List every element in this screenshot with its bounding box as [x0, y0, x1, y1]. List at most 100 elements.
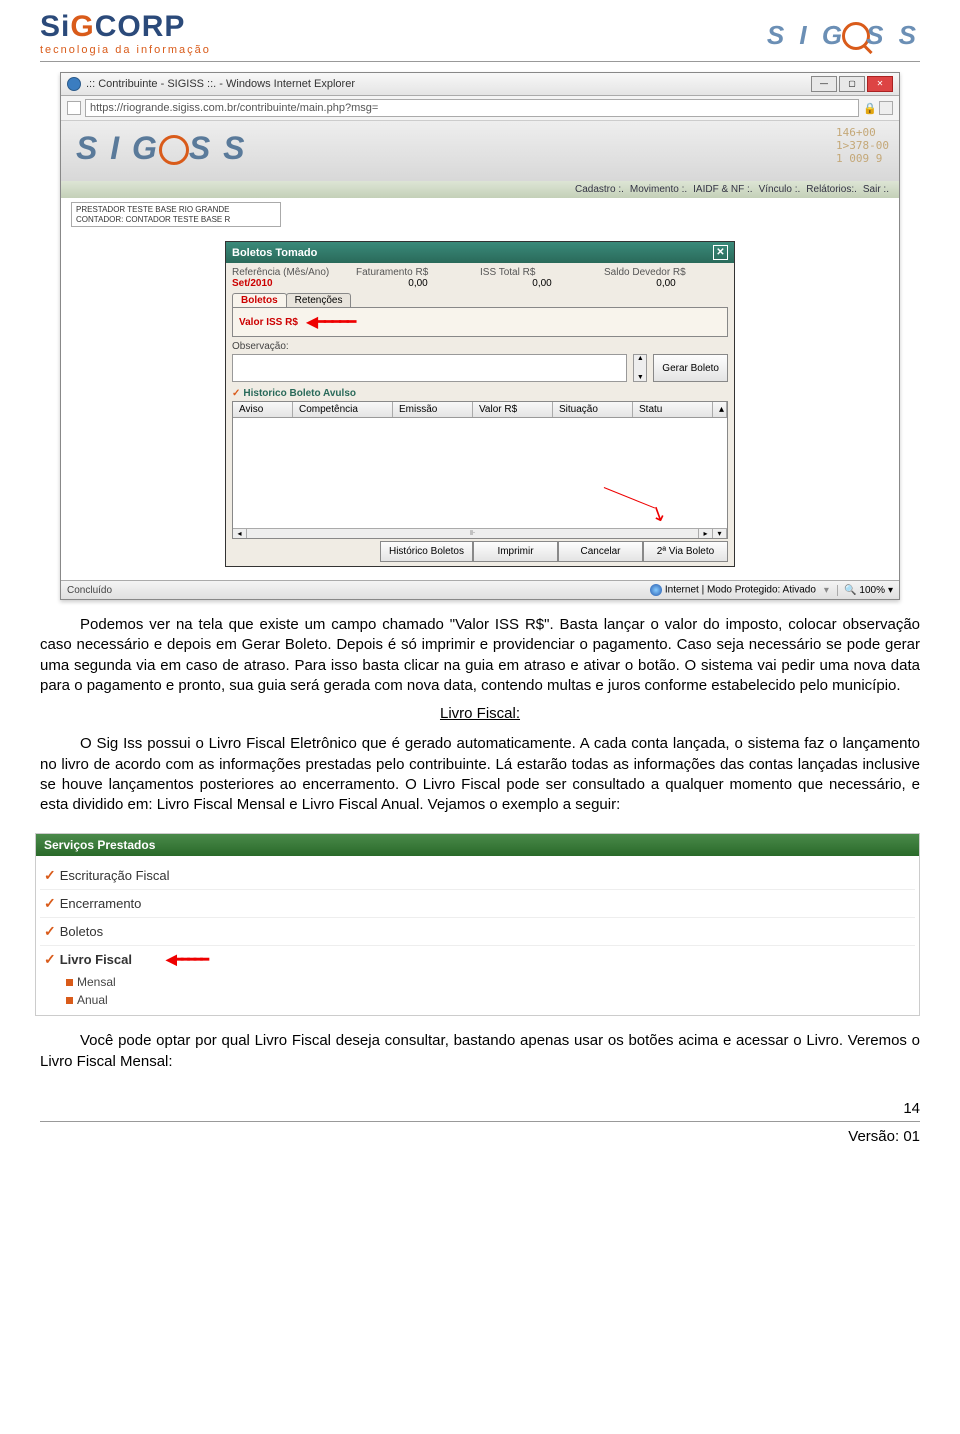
paragraph-1: Podemos ver na tela que existe um campo …	[40, 615, 920, 696]
lens-icon	[159, 135, 189, 165]
paragraph-2: O Sig Iss possui o Livro Fiscal Eletrôni…	[40, 734, 920, 815]
prestador-label: PRESTADOR TESTE BASE RIO GRANDE	[76, 205, 276, 215]
hist-title: ✓ Historico Boleto Avulso	[232, 388, 728, 399]
check-icon: ✓	[44, 867, 56, 884]
version-label: Versão: 01	[0, 1122, 960, 1165]
gerar-boleto-button[interactable]: Gerar Boleto	[653, 354, 728, 382]
menu-item-boletos[interactable]: ✓ Boletos	[40, 918, 915, 946]
bullet-icon	[66, 997, 73, 1004]
arrow-icon: ◀━━━━━	[306, 312, 354, 332]
menu-screenshot: Serviços Prestados ✓ Escrituração Fiscal…	[35, 833, 920, 1016]
scroll-track[interactable]: ⊪	[247, 529, 699, 538]
menu-item-encerramento[interactable]: ✓ Encerramento	[40, 890, 915, 918]
logo-right: S I GS S	[767, 16, 920, 51]
app-header: S I GS S 146+00 1>378-00 1 009 9	[61, 121, 899, 181]
sub-item-anual[interactable]: Anual	[40, 991, 915, 1009]
col-valor: Valor R$	[473, 402, 553, 417]
col-iss: ISS Total R$	[480, 267, 604, 278]
logo-tagline: tecnologia da informação	[40, 44, 211, 56]
info-row: PRESTADOR TESTE BASE RIO GRANDE CONTADOR…	[61, 198, 899, 231]
nav-movimento[interactable]: Movimento :.	[630, 184, 687, 195]
paragraph-3: Você pode optar por qual Livro Fiscal de…	[40, 1031, 920, 1072]
page-number: 14	[0, 1080, 960, 1121]
nav-iaidf[interactable]: IAIDF & NF :.	[693, 184, 752, 195]
doc-header: SiGCORP tecnologia da informação S I GS …	[0, 0, 960, 61]
diagonal-arrow-icon: ↘	[646, 499, 672, 529]
modal-body: Referência (Mês/Ano) Faturamento R$ ISS …	[226, 263, 734, 566]
col-statu: Statu	[633, 402, 713, 417]
obs-label: Observação:	[232, 341, 728, 352]
hist-header: Aviso Competência Emissão Valor R$ Situa…	[233, 402, 727, 418]
bullet-icon	[66, 979, 73, 986]
nav-bar: Cadastro :. Movimento :. IAIDF & NF :. V…	[61, 181, 899, 198]
col-aviso: Aviso	[233, 402, 293, 417]
col-referencia: Referência (Mês/Ano)	[232, 267, 356, 278]
status-bar: Concluído Internet | Modo Protegido: Ati…	[61, 580, 899, 599]
tab-boletos[interactable]: Boletos	[232, 293, 287, 307]
obs-scrollbar[interactable]: ▲▼	[633, 354, 647, 382]
header-decoration: 146+00 1>378-00 1 009 9	[836, 126, 889, 166]
col-situacao: Situação	[553, 402, 633, 417]
iss-value: 0,00	[480, 278, 604, 289]
scroll-down-icon[interactable]: ▾	[713, 529, 727, 538]
col-faturamento: Faturamento R$	[356, 267, 480, 278]
sub-item-mensal[interactable]: Mensal	[40, 973, 915, 991]
logo-left: SiGCORP tecnologia da informação	[40, 10, 211, 56]
check-icon: ✓	[44, 951, 56, 968]
minimize-button[interactable]: —	[811, 76, 837, 92]
bottom-buttons: Histórico Boletos Imprimir Cancelar 2ª V…	[232, 541, 728, 562]
tab-content: Valor ISS R$ ◀━━━━━	[232, 307, 728, 337]
body-text: Podemos ver na tela que existe um campo …	[0, 615, 960, 815]
menu-header: Serviços Prestados	[36, 834, 919, 856]
ref-value: Set/2010	[232, 278, 356, 289]
tabs: Boletos Retenções	[232, 293, 728, 307]
scroll-right-icon[interactable]: ▸	[699, 529, 713, 538]
imprimir-button[interactable]: Imprimir	[473, 541, 558, 562]
zoom-control[interactable]: 🔍 100% ▾	[837, 585, 893, 596]
nav-cadastro[interactable]: Cadastro :.	[575, 184, 624, 195]
ie-icon	[67, 77, 81, 91]
fat-value: 0,00	[356, 278, 480, 289]
logo-sigcorp-text: SiGCORP	[40, 10, 211, 44]
refresh-icon[interactable]	[879, 101, 893, 115]
tab-retencoes[interactable]: Retenções	[286, 293, 352, 307]
col-emissao: Emissão	[393, 402, 473, 417]
content-area: Boletos Tomado ✕ Referência (Mês/Ano) Fa…	[61, 231, 899, 572]
check-icon: ✓	[44, 895, 56, 912]
valor-row: Valor ISS R$ ◀━━━━━	[239, 312, 721, 332]
saldo-value: 0,00	[604, 278, 728, 289]
nav-sair[interactable]: Sair :.	[863, 184, 889, 195]
ref-header-row: Referência (Mês/Ano) Faturamento R$ ISS …	[232, 267, 728, 278]
hist-hscroll[interactable]: ◂ ⊪ ▸ ▾	[233, 528, 727, 538]
window-buttons: — ▢ ✕	[811, 76, 893, 92]
status-sep: ▾	[824, 585, 829, 596]
check-icon: ✓	[44, 923, 56, 940]
menu-list: ✓ Escrituração Fiscal ✓ Encerramento ✓ B…	[36, 856, 919, 1015]
browser-window: .:: Contribuinte - SIGISS ::. - Windows …	[60, 72, 900, 600]
obs-textarea[interactable]	[232, 354, 627, 382]
address-bar: https://riogrande.sigiss.com.br/contribu…	[61, 96, 899, 121]
segunda-via-button[interactable]: 2ª Via Boleto	[643, 541, 728, 562]
maximize-button[interactable]: ▢	[839, 76, 865, 92]
modal-close-button[interactable]: ✕	[713, 245, 728, 260]
obs-row: ▲▼ Gerar Boleto	[232, 354, 728, 382]
scroll-up-icon[interactable]: ▴	[713, 402, 727, 417]
modal-boletos: Boletos Tomado ✕ Referência (Mês/Ano) Fa…	[225, 241, 735, 567]
col-competencia: Competência	[293, 402, 393, 417]
title-bar: .:: Contribuinte - SIGISS ::. - Windows …	[61, 73, 899, 96]
close-button[interactable]: ✕	[867, 76, 893, 92]
historico-button[interactable]: Histórico Boletos	[380, 541, 473, 562]
modal-title-bar: Boletos Tomado ✕	[226, 242, 734, 263]
scroll-left-icon[interactable]: ◂	[233, 529, 247, 538]
status-mode: Internet | Modo Protegido: Ativado	[650, 584, 816, 596]
globe-icon	[650, 584, 662, 596]
ref-value-row: Set/2010 0,00 0,00 0,00	[232, 278, 728, 289]
menu-item-escrituracao[interactable]: ✓ Escrituração Fiscal	[40, 862, 915, 890]
status-concluido: Concluído	[67, 585, 642, 596]
url-field[interactable]: https://riogrande.sigiss.com.br/contribu…	[85, 99, 859, 117]
cancelar-button[interactable]: Cancelar	[558, 541, 643, 562]
nav-relatorios[interactable]: Relátorios:.	[806, 184, 857, 195]
nav-vinculo[interactable]: Vínculo :.	[759, 184, 801, 195]
lock-icon: 🔒	[863, 102, 875, 114]
menu-item-livro-fiscal[interactable]: ✓ Livro Fiscal ◀━━━━━	[40, 946, 915, 973]
